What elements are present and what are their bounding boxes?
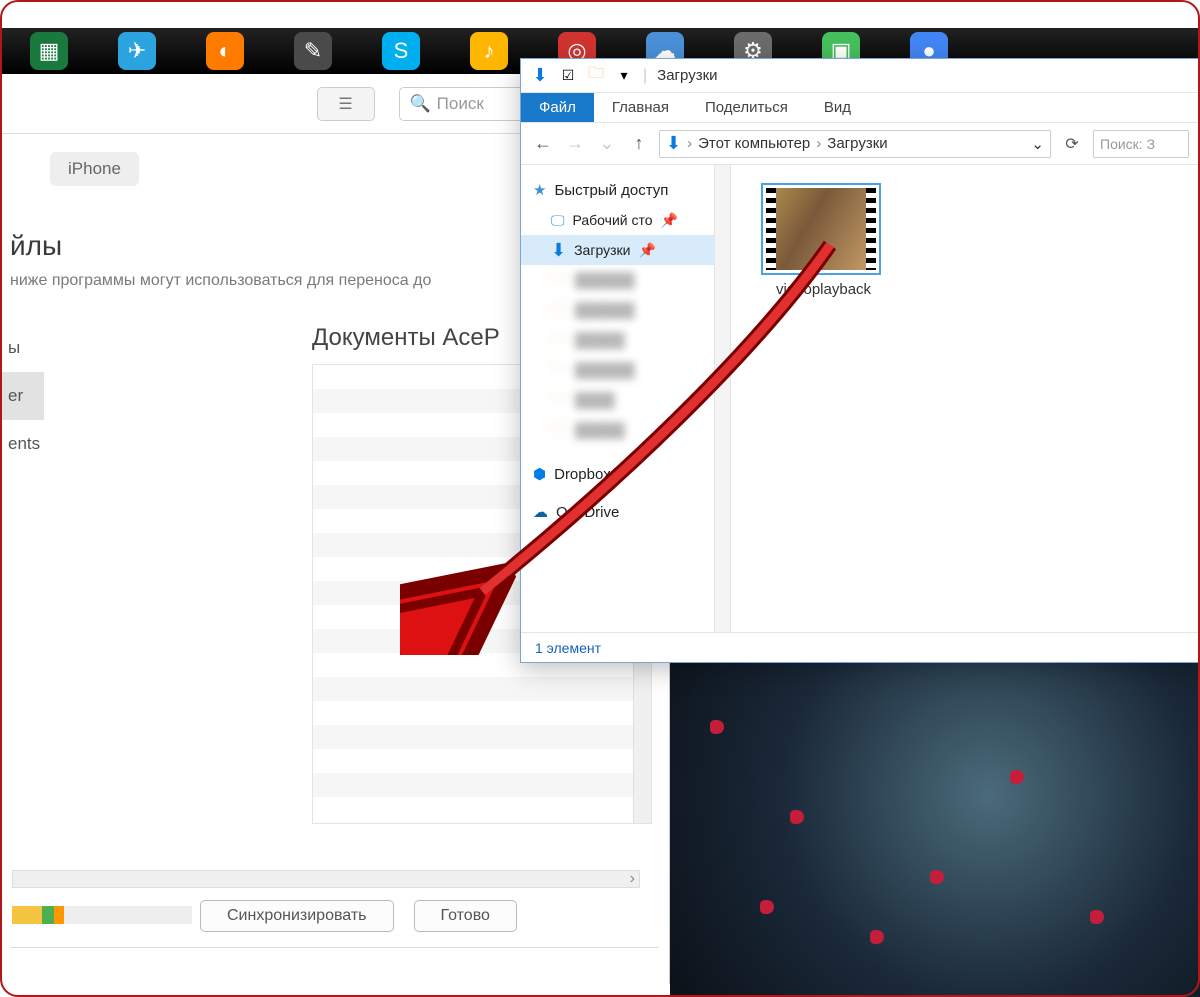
explorer-search-input[interactable]: Поиск: З: [1093, 130, 1189, 158]
sidebar-item[interactable]: ents: [0, 420, 44, 468]
nav-dropbox[interactable]: ⬢ Dropbox: [521, 459, 730, 489]
taskbar-app-icon[interactable]: ▦: [30, 32, 68, 70]
taskbar-app-icon[interactable]: S: [382, 32, 420, 70]
file-name: videoplayback: [761, 281, 886, 298]
nav-onedrive[interactable]: ☁ OneDrive: [521, 497, 730, 527]
nav-item-blurred[interactable]: 🗀████: [521, 385, 730, 415]
breadcrumb[interactable]: ⬇ › Этот компьютер › Загрузки ⌄: [659, 130, 1051, 158]
done-button[interactable]: Готово: [414, 900, 517, 932]
nav-item-blurred[interactable]: 🗀██████: [521, 265, 730, 295]
star-icon: ★: [533, 181, 546, 199]
breadcrumb-segment[interactable]: Загрузки: [827, 135, 887, 152]
nav-item-blurred[interactable]: 🗀█████: [521, 415, 730, 445]
download-icon: ⬇: [551, 240, 566, 261]
navigation-pane[interactable]: ★ Быстрый доступ 🖵 Рабочий сто 📌 ⬇ Загру…: [521, 165, 731, 632]
chevron-down-icon[interactable]: ⌄: [1031, 135, 1044, 153]
search-placeholder: Поиск: [437, 94, 484, 114]
window-title: Загрузки: [657, 67, 717, 84]
sidebar-item[interactable]: er: [0, 372, 44, 420]
view-list-button[interactable]: ☰: [317, 87, 375, 121]
dropbox-icon: ⬢: [533, 465, 546, 483]
tab-home[interactable]: Главная: [594, 93, 687, 122]
pin-icon: 📌: [661, 212, 678, 229]
nav-history-icon[interactable]: ⌄: [595, 133, 619, 154]
nav-item-blurred[interactable]: 🗀██████: [521, 355, 730, 385]
scrollbar-horizontal[interactable]: ›: [12, 870, 640, 888]
device-chip[interactable]: iPhone: [50, 152, 139, 186]
desktop-wallpaper: [670, 660, 1200, 997]
tab-file[interactable]: Файл: [521, 93, 594, 122]
tab-view[interactable]: Вид: [806, 93, 869, 122]
file-explorer-window: ⬇ ☑ 🗀 ▾ | Загрузки Файл Главная Поделить…: [520, 58, 1200, 663]
sync-button[interactable]: Синхронизировать: [200, 900, 394, 932]
titlebar[interactable]: ⬇ ☑ 🗀 ▾ | Загрузки: [521, 59, 1199, 93]
nav-back-icon[interactable]: ←: [531, 133, 555, 154]
pin-icon: 📌: [638, 242, 655, 259]
taskbar-app-icon[interactable]: ♪: [470, 32, 508, 70]
chevron-right-icon: ›: [816, 135, 821, 152]
download-icon: ⬇: [666, 133, 681, 154]
file-item[interactable]: videoplayback: [761, 183, 886, 298]
nav-item-blurred[interactable]: 🗀█████: [521, 325, 730, 355]
nav-up-icon[interactable]: ↑: [627, 133, 651, 154]
nav-downloads[interactable]: ⬇ Загрузки 📌: [521, 235, 730, 265]
sidebar-item[interactable]: ы: [0, 324, 44, 372]
taskbar-app-icon[interactable]: ✈: [118, 32, 156, 70]
nav-quick-access[interactable]: ★ Быстрый доступ: [521, 175, 730, 205]
scrollbar-vertical[interactable]: [714, 165, 730, 632]
video-thumbnail[interactable]: [761, 183, 881, 275]
storage-bar: [12, 906, 192, 924]
folder-icon: 🗀: [587, 67, 605, 85]
nav-forward-icon[interactable]: →: [563, 133, 587, 154]
onedrive-icon: ☁: [533, 503, 548, 521]
chevron-right-icon: ›: [687, 135, 692, 152]
taskbar-app-icon[interactable]: ✎: [294, 32, 332, 70]
nav-desktop[interactable]: 🖵 Рабочий сто 📌: [521, 205, 730, 235]
nav-bar: ← → ⌄ ↑ ⬇ › Этот компьютер › Загрузки ⌄ …: [521, 123, 1199, 165]
status-bar: 1 элемент: [521, 632, 1199, 662]
download-icon: ⬇: [531, 67, 549, 85]
refresh-icon[interactable]: ⟳: [1059, 134, 1085, 154]
ribbon-tabs: Файл Главная Поделиться Вид: [521, 93, 1199, 123]
search-icon: 🔍: [410, 94, 431, 114]
status-text: 1 элемент: [535, 640, 601, 656]
qat-dropdown-icon[interactable]: ▾: [615, 67, 633, 85]
save-icon[interactable]: ☑: [559, 67, 577, 85]
search-placeholder: Поиск: З: [1100, 136, 1155, 152]
nav-item-blurred[interactable]: 🗀██████: [521, 295, 730, 325]
desktop-icon: 🖵: [551, 212, 565, 229]
tab-share[interactable]: Поделиться: [687, 93, 806, 122]
file-list[interactable]: videoplayback: [731, 165, 1199, 632]
breadcrumb-segment[interactable]: Этот компьютер: [698, 135, 810, 152]
divider: [10, 947, 659, 948]
taskbar-app-icon[interactable]: ◐: [206, 32, 244, 70]
